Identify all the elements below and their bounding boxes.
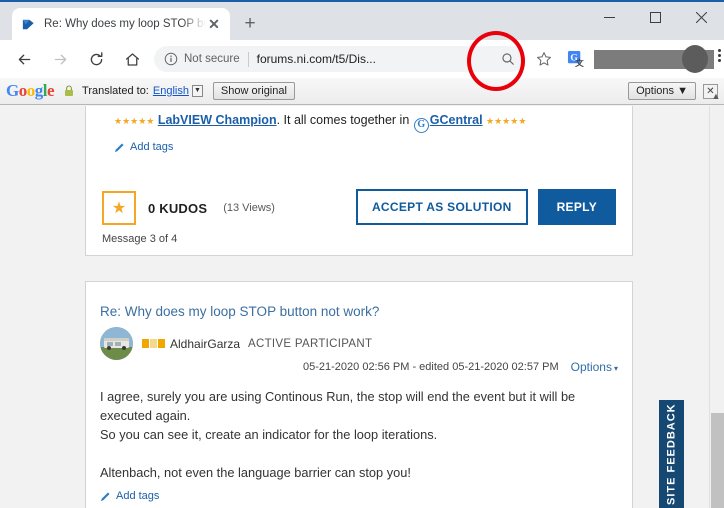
bookmark-star-icon[interactable]: [530, 45, 558, 73]
gcentral-badge-icon: G: [413, 118, 429, 133]
browser-titlebar: Re: Why does my loop STOP butt ✕ +: [0, 0, 724, 40]
browser-window: Re: Why does my loop STOP butt ✕ + Not s…: [0, 0, 724, 508]
signature-middle-text: . It all comes together in: [276, 113, 410, 127]
translated-to-label: Translated to:: [82, 85, 149, 97]
add-tags-label: Add tags: [130, 141, 174, 153]
post-action-buttons: ACCEPT AS SOLUTION REPLY: [355, 189, 616, 225]
page-scrollbar[interactable]: [709, 106, 724, 508]
post-options-menu[interactable]: Options ▾: [571, 360, 618, 374]
browser-menu-icon[interactable]: [718, 49, 721, 62]
home-icon[interactable]: [117, 44, 147, 74]
window-controls: [586, 2, 724, 32]
signature-stars-right: ★★★★★: [486, 116, 527, 126]
star-icon: ★: [111, 200, 127, 217]
profile-avatar[interactable]: [682, 45, 708, 73]
kudos-star-button[interactable]: ★: [102, 191, 136, 225]
post-body-line-2: So you can see it, create an indicator f…: [100, 427, 438, 442]
post-title-link[interactable]: Re: Why does my loop STOP button not wor…: [100, 304, 379, 319]
svg-text:文: 文: [575, 57, 584, 68]
google-translate-bar: Google Translated to: English ▼ Show ori…: [0, 78, 724, 105]
translate-options-button[interactable]: Options ▼: [628, 82, 696, 100]
omnibox-right-icons: [496, 47, 520, 71]
translate-language-select[interactable]: English: [153, 85, 189, 97]
reload-icon[interactable]: [81, 44, 111, 74]
author-row: AldhairGarza ACTIVE PARTICIPANT: [100, 327, 372, 360]
scrollbar-up-arrow-icon[interactable]: ▲: [709, 88, 723, 104]
signature-line: ★★★★★ LabVIEW Champion. It all comes tog…: [114, 113, 526, 133]
site-feedback-tab[interactable]: SITE FEEDBACK: [659, 400, 684, 508]
post-body-line-3: Altenbach, not even the language barrier…: [100, 465, 411, 480]
page-content: ★★★★★ LabVIEW Champion. It all comes tog…: [0, 106, 709, 508]
add-tags-button-1[interactable]: Add tags: [114, 141, 173, 153]
avatar[interactable]: [100, 327, 133, 360]
views-count-label: (13 Views): [223, 202, 275, 214]
chevron-down-icon: ▼: [677, 85, 688, 97]
security-status-label: Not secure: [184, 53, 240, 65]
kudos-row: ★ 0 KUDOS (13 Views): [102, 191, 275, 225]
reply-button[interactable]: REPLY: [537, 189, 616, 225]
translate-bar-right: Options ▼ ✕: [618, 82, 718, 100]
minimize-icon[interactable]: [586, 2, 632, 32]
rank-badge-icon: [142, 339, 165, 348]
signature-stars-left: ★★★★★: [114, 116, 155, 126]
chevron-down-icon[interactable]: ▼: [191, 85, 203, 97]
maximize-icon[interactable]: [632, 2, 678, 32]
labview-champion-link[interactable]: LabVIEW Champion: [158, 113, 277, 127]
search-icon[interactable]: [496, 47, 520, 71]
gcentral-link[interactable]: GCentral: [430, 113, 483, 127]
post-timestamp: 05-21-2020 02:56 PM - edited 05-21-2020 …: [303, 361, 559, 373]
page-viewport: ★★★★★ LabVIEW Champion. It all comes tog…: [0, 106, 724, 508]
new-tab-button[interactable]: +: [236, 10, 264, 38]
translate-options-label: Options: [636, 85, 675, 97]
browser-tab[interactable]: Re: Why does my loop STOP butt ✕: [12, 8, 230, 40]
post-body: I agree, surely you are using Continous …: [100, 387, 600, 482]
info-circle-icon[interactable]: [164, 52, 179, 66]
add-tags-button-2[interactable]: Add tags: [100, 490, 159, 502]
google-translate-icon[interactable]: G 文: [562, 45, 590, 73]
message-index-label: Message 3 of 4: [102, 233, 178, 245]
forward-icon[interactable]: [45, 44, 75, 74]
browser-toolbar: Not secure forums.ni.com/t5/Dis... G 文: [0, 40, 724, 78]
window-close-icon[interactable]: [678, 2, 724, 32]
close-icon[interactable]: ✕: [206, 16, 222, 32]
ni-logo-icon: [20, 16, 37, 33]
tab-title: Re: Why does my loop STOP butt: [44, 18, 206, 30]
address-bar[interactable]: Not secure forums.ni.com/t5/Dis...: [154, 46, 524, 72]
accept-as-solution-button[interactable]: ACCEPT AS SOLUTION: [355, 189, 528, 225]
show-original-button[interactable]: Show original: [212, 82, 295, 100]
post-meta-row: 05-21-2020 02:56 PM - edited 05-21-2020 …: [303, 360, 618, 374]
post-body-line-1: I agree, surely you are using Continous …: [100, 389, 576, 423]
back-icon[interactable]: [9, 44, 39, 74]
omnibox-divider: [247, 51, 249, 67]
scrollbar-thumb[interactable]: [711, 413, 724, 508]
google-logo: Google: [6, 81, 55, 100]
post-card: Re: Why does my loop STOP button not wor…: [85, 281, 633, 508]
pencil-icon: [114, 142, 125, 153]
url-text: forums.ni.com/t5/Dis...: [256, 52, 376, 66]
lock-icon: [64, 85, 74, 97]
kudos-count-label: 0 KUDOS: [148, 200, 208, 216]
add-tags-label: Add tags: [116, 490, 160, 502]
post-card-previous: ★★★★★ LabVIEW Champion. It all comes tog…: [85, 106, 633, 256]
author-rank-label: ACTIVE PARTICIPANT: [248, 337, 373, 350]
chevron-down-icon: ▾: [613, 364, 618, 373]
post-body-spacer: [100, 444, 600, 463]
author-name-link[interactable]: AldhairGarza: [170, 337, 240, 351]
pencil-icon: [100, 491, 111, 502]
post-options-label: Options: [570, 360, 612, 374]
